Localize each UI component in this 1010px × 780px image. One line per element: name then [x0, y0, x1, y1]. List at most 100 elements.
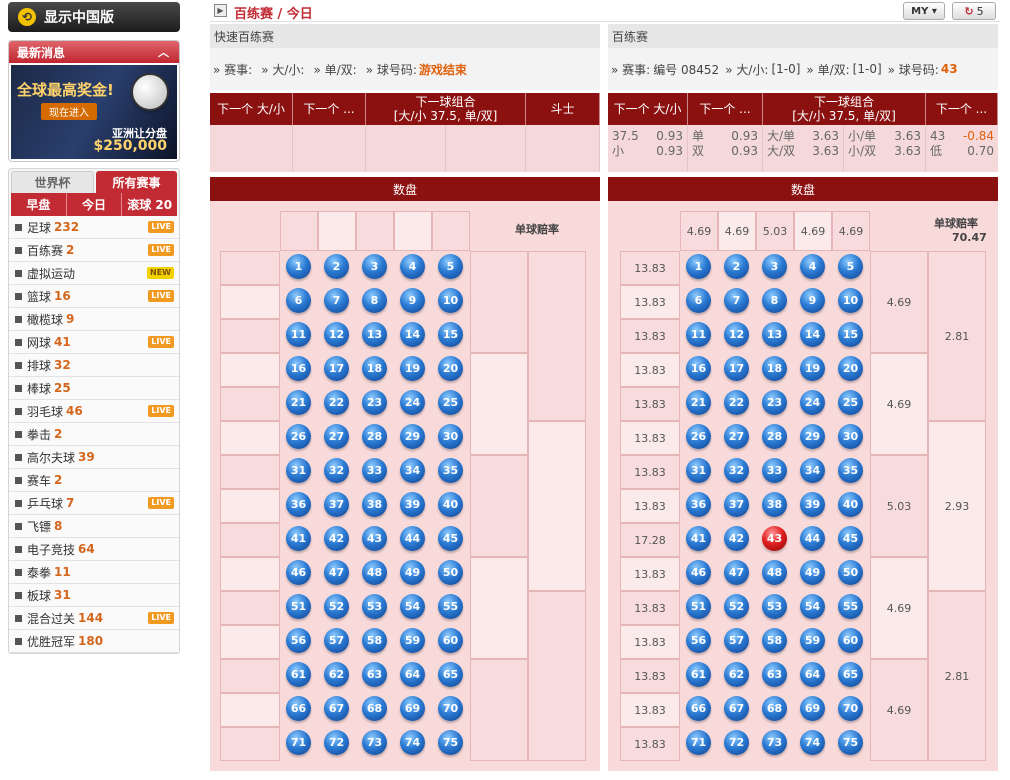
number-ball[interactable]: 69: [800, 696, 825, 721]
number-ball[interactable]: 12: [724, 322, 749, 347]
number-ball[interactable]: 22: [324, 390, 349, 415]
number-ball[interactable]: 52: [724, 594, 749, 619]
collapse-icon[interactable]: ︿: [158, 44, 169, 60]
number-ball[interactable]: 4: [400, 254, 425, 279]
row-odds-cell[interactable]: 17.28: [620, 523, 680, 557]
number-ball[interactable]: 1: [686, 254, 711, 279]
number-ball[interactable]: 42: [724, 526, 749, 551]
number-ball[interactable]: 70: [438, 696, 463, 721]
number-ball[interactable]: 68: [762, 696, 787, 721]
number-ball[interactable]: 65: [838, 662, 863, 687]
number-ball[interactable]: 57: [324, 628, 349, 653]
number-ball[interactable]: 72: [724, 730, 749, 755]
number-ball[interactable]: 4: [800, 254, 825, 279]
number-ball[interactable]: 37: [324, 492, 349, 517]
number-ball[interactable]: 59: [400, 628, 425, 653]
number-ball[interactable]: 3: [362, 254, 387, 279]
number-ball[interactable]: 56: [286, 628, 311, 653]
number-ball[interactable]: 65: [438, 662, 463, 687]
number-ball[interactable]: 23: [762, 390, 787, 415]
number-ball[interactable]: 37: [724, 492, 749, 517]
number-ball[interactable]: 27: [324, 424, 349, 449]
group-odds-cell[interactable]: 4.69: [870, 353, 928, 455]
odds-value[interactable]: 0.70: [967, 144, 994, 159]
number-ball[interactable]: 11: [686, 322, 711, 347]
number-ball[interactable]: 75: [838, 730, 863, 755]
sport-item[interactable]: 混合过关 144 LIVE: [9, 607, 179, 630]
group-odds-cell[interactable]: 4.69: [870, 659, 928, 761]
odds-value[interactable]: 3.63: [812, 129, 839, 144]
number-ball[interactable]: 13: [362, 322, 387, 347]
market-combo-big[interactable]: 大/单 3.63 大/双 3.63: [763, 125, 844, 172]
number-ball[interactable]: 54: [800, 594, 825, 619]
number-ball[interactable]: 40: [838, 492, 863, 517]
number-ball[interactable]: 59: [800, 628, 825, 653]
number-ball[interactable]: 1: [286, 254, 311, 279]
number-ball[interactable]: 15: [438, 322, 463, 347]
number-ball[interactable]: 62: [724, 662, 749, 687]
number-ball[interactable]: 49: [400, 560, 425, 585]
number-ball[interactable]: 48: [362, 560, 387, 585]
number-ball[interactable]: 54: [400, 594, 425, 619]
number-ball[interactable]: 2: [724, 254, 749, 279]
sport-item[interactable]: 篮球 16 LIVE: [9, 285, 179, 308]
number-ball[interactable]: 21: [686, 390, 711, 415]
number-ball[interactable]: 53: [762, 594, 787, 619]
market-combo-small[interactable]: 小/单 3.63 小/双 3.63: [844, 125, 926, 172]
number-ball[interactable]: 41: [286, 526, 311, 551]
tab-world-cup[interactable]: 世界杯: [11, 171, 94, 193]
sport-item[interactable]: 排球 32: [9, 354, 179, 377]
refresh-button[interactable]: ↻ 5: [952, 2, 996, 20]
sport-item[interactable]: 羽毛球 46 LIVE: [9, 400, 179, 423]
sport-item[interactable]: 飞镖 8: [9, 515, 179, 538]
switch-version-button[interactable]: ⟲ 显示中国版: [8, 2, 180, 32]
number-ball[interactable]: 63: [362, 662, 387, 687]
sport-item[interactable]: 网球 41 LIVE: [9, 331, 179, 354]
number-ball[interactable]: 50: [438, 560, 463, 585]
number-ball[interactable]: 46: [286, 560, 311, 585]
odds-value[interactable]: 0.93: [656, 144, 683, 159]
number-ball[interactable]: 20: [438, 356, 463, 381]
number-ball[interactable]: 43: [362, 526, 387, 551]
number-ball[interactable]: 44: [400, 526, 425, 551]
number-ball[interactable]: 58: [762, 628, 787, 653]
number-ball[interactable]: 23: [362, 390, 387, 415]
number-ball[interactable]: 21: [286, 390, 311, 415]
row-odds-cell[interactable]: 13.83: [620, 659, 680, 693]
number-ball[interactable]: 10: [838, 288, 863, 313]
number-ball[interactable]: 30: [838, 424, 863, 449]
group-odds-cell[interactable]: 5.03: [870, 455, 928, 557]
row-odds-cell[interactable]: 13.83: [620, 557, 680, 591]
number-ball[interactable]: 67: [724, 696, 749, 721]
number-ball[interactable]: 28: [762, 424, 787, 449]
group-odds-cell[interactable]: 4.69: [870, 251, 928, 353]
number-ball[interactable]: 3: [762, 254, 787, 279]
row-odds-cell[interactable]: 13.83: [620, 421, 680, 455]
number-ball[interactable]: 62: [324, 662, 349, 687]
number-ball[interactable]: 32: [724, 458, 749, 483]
number-ball[interactable]: 29: [800, 424, 825, 449]
banner-cta[interactable]: 现在进入: [41, 103, 97, 120]
number-ball[interactable]: 40: [438, 492, 463, 517]
number-ball[interactable]: 41: [686, 526, 711, 551]
sport-item[interactable]: 百练赛 2 LIVE: [9, 239, 179, 262]
number-ball[interactable]: 7: [324, 288, 349, 313]
news-header[interactable]: 最新消息 ︿: [9, 41, 179, 63]
number-ball[interactable]: 67: [324, 696, 349, 721]
odds-value[interactable]: 0.93: [731, 144, 758, 159]
odds-value[interactable]: -0.84: [963, 129, 994, 144]
number-ball[interactable]: 49: [800, 560, 825, 585]
number-ball[interactable]: 44: [800, 526, 825, 551]
number-ball[interactable]: 18: [762, 356, 787, 381]
sport-item[interactable]: 棒球 25: [9, 377, 179, 400]
tab-live[interactable]: 滚球 20: [122, 193, 177, 216]
number-ball[interactable]: 11: [286, 322, 311, 347]
number-ball[interactable]: 72: [324, 730, 349, 755]
number-ball[interactable]: 69: [400, 696, 425, 721]
column-odds-cell[interactable]: 4.69: [794, 211, 832, 251]
column-odds-cell[interactable]: 4.69: [680, 211, 718, 251]
number-ball[interactable]: 16: [686, 356, 711, 381]
number-ball[interactable]: 8: [762, 288, 787, 313]
number-ball[interactable]: 31: [286, 458, 311, 483]
number-ball[interactable]: 66: [686, 696, 711, 721]
